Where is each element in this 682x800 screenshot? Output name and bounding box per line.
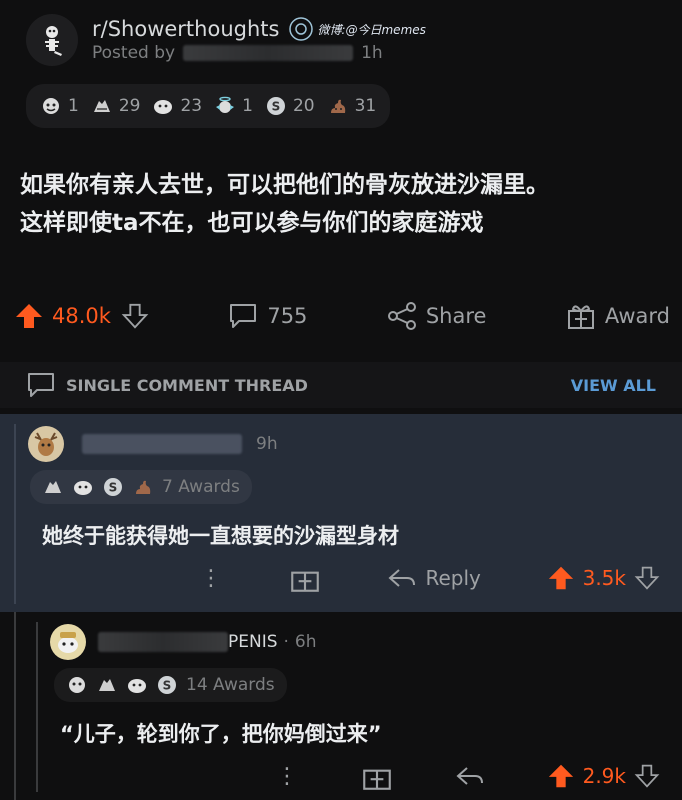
post-title-line-1: 如果你有亲人去世，可以把他们的骨灰放进沙漏里。 xyxy=(20,172,549,198)
comment-1-header: 9h xyxy=(28,426,278,462)
redacted-username xyxy=(82,434,242,454)
comment-1-avatar[interactable] xyxy=(28,426,64,462)
award-hands xyxy=(96,674,118,696)
comments-button[interactable]: 755 xyxy=(227,301,307,331)
hugz-icon xyxy=(69,677,85,693)
post-age: 1h xyxy=(361,43,383,63)
post-upvote-count: 48.0k xyxy=(52,304,111,328)
more-options-icon[interactable]: ⋮ xyxy=(200,566,222,591)
thread-line xyxy=(14,612,16,800)
hands-icon xyxy=(45,481,61,493)
comment-2-text: “儿子，轮到你了，把你妈倒过来” xyxy=(60,722,382,746)
upvote-icon[interactable] xyxy=(547,564,575,592)
award-poop xyxy=(132,476,154,498)
comment-2-username[interactable]: PENIS xyxy=(228,632,278,652)
comment-1-awards[interactable]: S 7 Awards xyxy=(30,470,252,504)
gift-icon xyxy=(567,305,594,329)
thread-line xyxy=(14,424,16,604)
comment-1-vote-group: 3.5k xyxy=(547,564,660,592)
poop-icon xyxy=(136,480,151,494)
award-silver: S xyxy=(156,674,178,696)
redacted-username xyxy=(98,632,228,652)
share-button[interactable]: Share xyxy=(386,301,486,331)
comment-2: PENIS · 6h S 14 Awards “儿子，轮到你了，把你妈倒过来” … xyxy=(0,612,682,800)
svg-text:S: S xyxy=(272,100,281,114)
award-poop: 31 xyxy=(327,95,376,117)
share-icon xyxy=(387,302,416,330)
svg-text:S: S xyxy=(163,679,172,693)
upvote-icon[interactable] xyxy=(14,301,44,331)
silver-icon: S xyxy=(158,676,176,694)
subreddit-name[interactable]: r/Showerthoughts xyxy=(92,17,279,41)
comment-2-upvote-count: 2.9k xyxy=(582,764,626,788)
comment-1-age: 9h xyxy=(256,434,278,454)
wholesome-icon xyxy=(74,481,92,495)
award-silver: S 20 xyxy=(265,95,315,117)
award-wholesome: 23 xyxy=(152,95,202,117)
hands-icon xyxy=(99,679,115,691)
view-all-link[interactable]: VIEW ALL xyxy=(571,376,656,395)
wholesome-icon xyxy=(152,95,174,117)
comment-1: 9h S 7 Awards 她终于能获得她一直想要的沙漏型身材 ⋮ Reply … xyxy=(0,414,682,612)
award-hands: 29 xyxy=(91,95,140,117)
svg-text:S: S xyxy=(109,481,118,495)
post-title-line-2: 这样即使ta不在，也可以参与你们的家庭游戏 xyxy=(20,210,484,236)
comment-bubble-icon xyxy=(230,304,257,328)
hugz-icon xyxy=(40,95,62,117)
comment-2-age: 6h xyxy=(294,632,317,652)
posted-by-label: Posted by xyxy=(92,43,176,63)
comment-2-vote-group: 2.9k xyxy=(547,762,660,790)
redacted-username xyxy=(183,45,354,61)
award-hugz xyxy=(66,674,88,696)
vote-group: 48.0k xyxy=(14,301,149,331)
post-title: 如果你有亲人去世，可以把他们的骨灰放进沙漏里。 这样即使ta不在，也可以参与你们… xyxy=(20,166,670,242)
reply-icon xyxy=(388,569,416,587)
comment-1-upvote-count: 3.5k xyxy=(582,566,626,590)
comment-2-awards-label: 14 Awards xyxy=(186,675,275,695)
thread-bar: SINGLE COMMENT THREAD VIEW ALL xyxy=(0,362,682,408)
silver-icon: S xyxy=(265,95,287,117)
comment-1-awards-label: 7 Awards xyxy=(162,477,240,497)
thread-line-nested xyxy=(36,622,38,792)
wholesome-icon xyxy=(128,679,146,693)
award-wholesome xyxy=(126,674,148,696)
comment-1-actions: ⋮ Reply 3.5k xyxy=(200,562,660,594)
deer-avatar-icon xyxy=(34,432,58,456)
award-hugz: 1 xyxy=(40,95,79,117)
downvote-icon[interactable] xyxy=(121,302,149,330)
reply-button[interactable]: Reply xyxy=(387,566,481,590)
comment-2-avatar[interactable] xyxy=(50,624,86,660)
award-hands xyxy=(42,476,64,498)
comment-1-text: 她终于能获得她一直想要的沙漏型身材 xyxy=(42,524,399,548)
award-angel: 1 xyxy=(214,95,253,117)
downvote-icon[interactable] xyxy=(634,565,660,591)
skeleton-icon xyxy=(45,26,62,56)
post-awards[interactable]: 1 29 23 1 S 20 31 xyxy=(26,84,391,128)
weibo-badge-icon xyxy=(289,17,314,41)
subreddit-avatar[interactable] xyxy=(26,14,78,66)
angel-icon xyxy=(214,95,236,117)
more-options-icon[interactable]: ⋮ xyxy=(276,764,298,789)
upvote-icon[interactable] xyxy=(547,762,575,790)
comment-2-awards[interactable]: S 14 Awards xyxy=(54,668,287,702)
award-silver: S xyxy=(102,476,124,498)
award-button[interactable]: Award xyxy=(565,301,670,331)
hands-icon xyxy=(91,95,113,117)
downvote-icon[interactable] xyxy=(634,763,660,789)
post-action-bar: 48.0k 755 Share Award xyxy=(14,296,670,336)
gift-icon[interactable] xyxy=(288,562,322,594)
reply-icon[interactable] xyxy=(455,764,485,788)
poop-icon xyxy=(327,95,349,117)
watermark: 微博:@今日memes xyxy=(289,17,426,41)
gift-icon[interactable] xyxy=(360,760,394,792)
comment-thread-icon xyxy=(28,373,54,397)
award-wholesome xyxy=(72,476,94,498)
comment-2-header: PENIS · 6h xyxy=(50,624,317,660)
silver-icon: S xyxy=(104,478,122,496)
single-comment-thread: SINGLE COMMENT THREAD xyxy=(26,371,308,399)
comment-2-actions: ⋮ 2.9k xyxy=(276,760,660,792)
snoo-avatar-icon xyxy=(58,632,78,653)
post-header: r/Showerthoughts 微博:@今日memes Posted by 1… xyxy=(26,12,426,68)
